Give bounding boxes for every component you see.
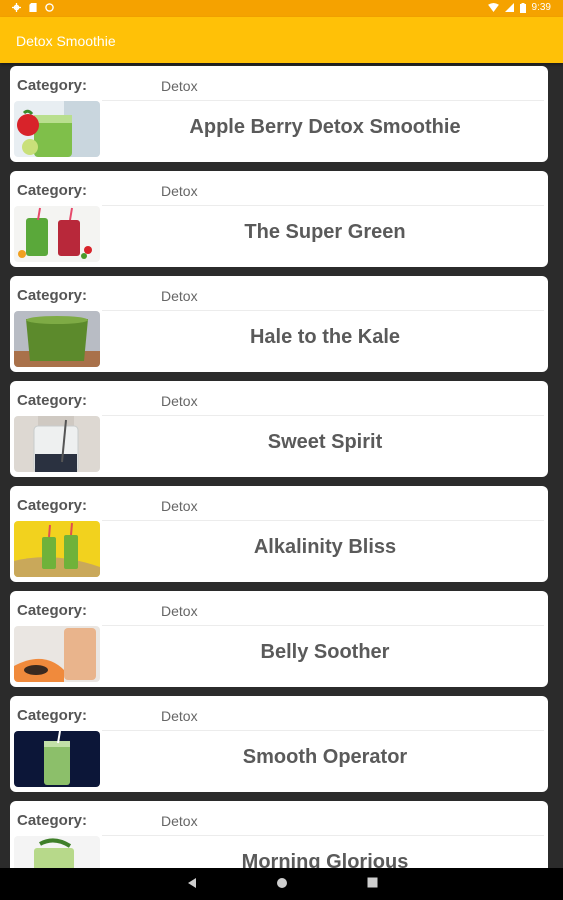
recipe-card[interactable]: Category: Detox Morning Glorious bbox=[10, 801, 548, 868]
navigation-bar bbox=[0, 868, 563, 900]
category-value: Detox bbox=[161, 813, 198, 829]
app-bar: Detox Smoothie bbox=[0, 17, 563, 63]
divider bbox=[102, 730, 544, 731]
divider bbox=[102, 100, 544, 101]
divider bbox=[102, 415, 544, 416]
category-label: Category: bbox=[17, 707, 88, 724]
divider bbox=[102, 625, 544, 626]
gear-icon bbox=[12, 3, 21, 12]
category-value: Detox bbox=[161, 603, 198, 619]
recipe-name: The Super Green bbox=[244, 221, 406, 243]
recipe-thumbnail bbox=[14, 311, 100, 367]
recipe-thumbnail bbox=[14, 521, 100, 577]
app-title: Detox Smoothie bbox=[16, 33, 116, 49]
category-label: Category: bbox=[17, 287, 88, 304]
recipe-card[interactable]: Category: Detox Hale to the Kale bbox=[10, 276, 548, 372]
recipe-thumbnail bbox=[14, 416, 100, 472]
recipe-card[interactable]: Category: Detox The Super Green bbox=[10, 171, 548, 267]
recipe-card[interactable]: Category: Detox Sweet Spirit bbox=[10, 381, 548, 477]
recipe-name: Belly Soother bbox=[260, 641, 390, 663]
divider bbox=[102, 520, 544, 521]
recipe-card[interactable]: Category: Detox Alkalinity Bliss bbox=[10, 486, 548, 582]
back-icon[interactable] bbox=[187, 877, 197, 889]
recipe-thumbnail bbox=[14, 206, 100, 262]
recents-icon[interactable] bbox=[367, 877, 378, 888]
recipe-name: Smooth Operator bbox=[242, 746, 408, 768]
category-label: Category: bbox=[17, 392, 88, 409]
signal-icon bbox=[504, 3, 514, 12]
sd-card-icon bbox=[29, 3, 37, 12]
battery-icon bbox=[519, 2, 526, 13]
status-bar: 9:39 bbox=[0, 0, 563, 17]
recipe-name: Sweet Spirit bbox=[267, 431, 383, 453]
divider bbox=[102, 310, 544, 311]
divider bbox=[102, 205, 544, 206]
recipe-card[interactable]: Category: Detox Apple Berry Detox Smooth… bbox=[10, 66, 548, 162]
category-label: Category: bbox=[17, 497, 88, 514]
recipe-card[interactable]: Category: Detox Belly Soother bbox=[10, 591, 548, 687]
recipe-thumbnail bbox=[14, 101, 100, 157]
wifi-icon bbox=[487, 3, 499, 12]
category-value: Detox bbox=[161, 183, 198, 199]
recipe-name: Apple Berry Detox Smoothie bbox=[189, 116, 461, 138]
recipe-name: Alkalinity Bliss bbox=[253, 536, 397, 558]
circle-icon bbox=[45, 3, 54, 12]
category-value: Detox bbox=[161, 393, 198, 409]
category-label: Category: bbox=[17, 602, 88, 619]
category-label: Category: bbox=[17, 77, 88, 94]
recipe-thumbnail bbox=[14, 836, 100, 868]
category-label: Category: bbox=[17, 182, 88, 199]
recipe-list[interactable]: Category: Detox Apple Berry Detox Smooth… bbox=[0, 63, 563, 868]
category-label: Category: bbox=[17, 812, 88, 829]
recipe-thumbnail bbox=[14, 626, 100, 682]
recipe-name: Morning Glorious bbox=[241, 851, 409, 868]
recipe-card[interactable]: Category: Detox Smooth Operator bbox=[10, 696, 548, 792]
recipe-name: Hale to the Kale bbox=[249, 326, 401, 348]
recipe-thumbnail bbox=[14, 731, 100, 787]
category-value: Detox bbox=[161, 78, 198, 94]
category-value: Detox bbox=[161, 498, 198, 514]
category-value: Detox bbox=[161, 288, 198, 304]
status-time: 9:39 bbox=[531, 2, 551, 13]
divider bbox=[102, 835, 544, 836]
home-icon[interactable] bbox=[276, 877, 288, 889]
category-value: Detox bbox=[161, 708, 198, 724]
